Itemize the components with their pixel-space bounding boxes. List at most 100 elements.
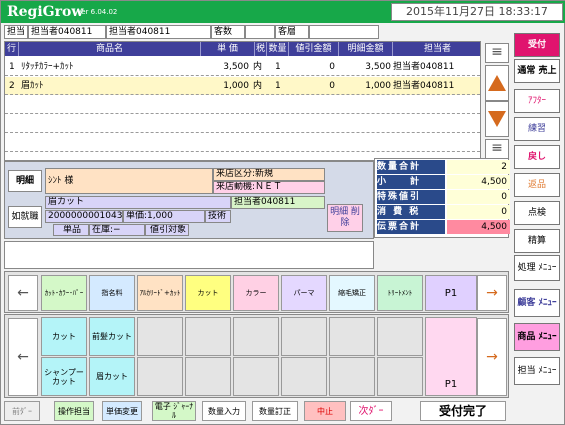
refund-button[interactable]: 返品 bbox=[514, 173, 560, 197]
summary-label: 消 費 税 bbox=[377, 205, 445, 219]
app-logo: RegiGrow bbox=[7, 4, 84, 20]
item-empty[interactable] bbox=[281, 357, 327, 396]
summary-tax: 消 費 税0 bbox=[375, 205, 510, 219]
row-no: 2 bbox=[9, 81, 15, 91]
tab-alkaline-cut[interactable]: ｱﾙｶﾘｰﾄﾞ+ｶｯﾄ bbox=[137, 275, 183, 311]
e-journal-button[interactable]: 電子 ｼﾞｬｰﾅﾙ bbox=[152, 401, 196, 421]
after-button[interactable]: ｱﾌﾀｰ bbox=[514, 89, 560, 113]
item-empty[interactable] bbox=[233, 317, 279, 356]
staff2-value[interactable]: 担当者040811 bbox=[106, 25, 211, 39]
normal-sale-button[interactable]: 通常 売上 bbox=[514, 59, 560, 83]
return-button[interactable]: 戻し bbox=[514, 145, 560, 169]
item-shampoo-cut[interactable]: シャンプーカット bbox=[41, 357, 87, 396]
menu-lines-icon[interactable]: ≡ bbox=[485, 43, 509, 63]
tab-straightening[interactable]: 縮毛矯正 bbox=[329, 275, 375, 311]
complete-reception-button[interactable]: 受付完了 bbox=[420, 401, 506, 421]
row-staff: 担当者040811 bbox=[393, 81, 455, 91]
inspect-button[interactable]: 点検 bbox=[514, 201, 560, 225]
item-empty[interactable] bbox=[377, 357, 423, 396]
app-version: Ver 6.04.02 bbox=[77, 8, 118, 16]
sales-grid: 行 商品名 単 価 税 数量 値引金額 明細金額 担当者 1 ﾘﾀｯﾁｶﾗｰ+ｶ… bbox=[4, 41, 481, 161]
arrow-up-icon bbox=[488, 75, 506, 91]
item-name[interactable]: 眉カット bbox=[45, 196, 231, 209]
staff-menu-button[interactable]: 担当 ﾒﾆｭｰ bbox=[514, 357, 560, 385]
tab-perm[interactable]: パーマ bbox=[281, 275, 327, 311]
item-empty[interactable] bbox=[329, 317, 375, 356]
process-menu-button[interactable]: 処理 ﾒﾆｭｰ bbox=[514, 255, 560, 281]
item-empty[interactable] bbox=[377, 317, 423, 356]
table-row[interactable] bbox=[5, 96, 480, 114]
practice-button[interactable]: 練習 bbox=[514, 117, 560, 141]
item-staff[interactable]: 担当者040811 bbox=[231, 196, 325, 209]
price-change-button[interactable]: 単価変更 bbox=[102, 401, 142, 421]
table-row[interactable]: 1 ﾘﾀｯﾁｶﾗｰ+ｶｯﾄ 3,500 内 1 0 3,500 担当者04081… bbox=[5, 58, 480, 76]
tab-designation-fee[interactable]: 指名料 bbox=[89, 275, 135, 311]
customer-count-label: 客数 bbox=[211, 25, 245, 39]
customer-menu-button[interactable]: 顧客 ﾒﾆｭｰ bbox=[514, 289, 560, 317]
row-staff: 担当者040811 bbox=[393, 62, 455, 72]
item-empty[interactable] bbox=[137, 357, 183, 396]
item-buttons: ← カット 前髪カット シャンプーカット 眉カット P1 → bbox=[4, 314, 509, 398]
col-price: 単 価 bbox=[201, 42, 255, 56]
summary-value: 0 bbox=[447, 190, 510, 204]
row-tax: 内 bbox=[253, 62, 263, 72]
item-page-indicator: P1 bbox=[425, 317, 477, 396]
bottom-toolbar: 前ﾀﾞｰ 操作担当 単価変更 電子 ｼﾞｬｰﾅﾙ 数量入力 数量訂正 中止 次ﾀ… bbox=[4, 399, 509, 423]
customer-count-value[interactable] bbox=[245, 25, 275, 39]
row-discount: 0 bbox=[329, 81, 335, 91]
staff-value[interactable]: 担当者040811 bbox=[28, 25, 106, 39]
product-menu-button[interactable]: 商品 ﾒﾆｭｰ bbox=[514, 323, 560, 351]
item-bangs-cut[interactable]: 前髪カット bbox=[89, 317, 135, 356]
tab-color[interactable]: カラー bbox=[233, 275, 279, 311]
item-prev-button[interactable]: ← bbox=[8, 318, 38, 396]
tab-cut-color-perm[interactable]: ｶｯﾄ･ｶﾗｰ･ﾊﾟｰ bbox=[41, 275, 87, 311]
item-empty[interactable] bbox=[281, 317, 327, 356]
summary-label: 伝票合計 bbox=[377, 220, 445, 234]
customer-name[interactable]: ｼﾝﾄ 様 bbox=[45, 168, 213, 194]
message-area bbox=[4, 241, 374, 269]
grid-header: 行 商品名 単 価 税 数量 値引金額 明細金額 担当者 bbox=[5, 42, 480, 56]
qty-input-button[interactable]: 数量入力 bbox=[202, 401, 246, 421]
summary-label: 小 計 bbox=[377, 175, 445, 189]
tab-treatment[interactable]: ﾄﾘｰﾄﾒﾝﾄ bbox=[377, 275, 423, 311]
summary-special-discount: 特殊値引 0 bbox=[375, 190, 510, 204]
prev-customer-button[interactable]: 前ﾀﾞｰ bbox=[4, 401, 40, 421]
item-next-button[interactable]: → bbox=[477, 318, 507, 396]
arrow-down-icon bbox=[488, 111, 506, 127]
table-row[interactable] bbox=[5, 115, 480, 133]
table-row[interactable]: 2 眉ｶｯﾄ 1,000 内 1 0 1,000 担当者040811 bbox=[5, 77, 480, 95]
item-empty[interactable] bbox=[137, 317, 183, 356]
customer-type-value[interactable] bbox=[309, 25, 379, 39]
next-customer-button[interactable]: 次ﾀﾞｰ bbox=[350, 401, 392, 421]
visit-motive: 来店動機:ＮＥＴ bbox=[213, 181, 325, 194]
settle-button[interactable]: 精算 bbox=[514, 229, 560, 253]
item-eyebrow-cut[interactable]: 眉カット bbox=[89, 357, 135, 396]
table-row[interactable] bbox=[5, 134, 480, 152]
scroll-up-button[interactable] bbox=[485, 65, 509, 101]
tab-next-button[interactable]: → bbox=[477, 275, 507, 311]
item-empty[interactable] bbox=[185, 357, 231, 396]
menu-lines-icon[interactable]: ≡ bbox=[485, 139, 509, 159]
summary-panel: 数量合計 2 小 計 4,500 特殊値引 0 消 費 税0 伝票合計 4,500 bbox=[374, 158, 510, 238]
item-empty[interactable] bbox=[185, 317, 231, 356]
tab-prev-button[interactable]: ← bbox=[8, 275, 38, 311]
summary-subtotal: 小 計 4,500 bbox=[375, 175, 510, 189]
qty-correct-button[interactable]: 数量訂正 bbox=[252, 401, 298, 421]
item-cut[interactable]: カット bbox=[41, 317, 87, 356]
title-bar: RegiGrow Ver 6.04.02 2015年11月27日 18:33:1… bbox=[1, 1, 565, 23]
cancel-button[interactable]: 中止 bbox=[304, 401, 346, 421]
row-no: 1 bbox=[9, 62, 15, 72]
row-name: 眉ｶｯﾄ bbox=[21, 81, 44, 91]
col-tax: 税 bbox=[255, 42, 267, 56]
operator-staff-button[interactable]: 操作担当 bbox=[54, 401, 94, 421]
delete-detail-button[interactable]: 明細 削除 bbox=[327, 204, 363, 232]
tab-cut[interactable]: カット bbox=[185, 275, 231, 311]
col-staff: 担当者 bbox=[423, 44, 451, 54]
item-empty[interactable] bbox=[233, 357, 279, 396]
row-name: ﾘﾀｯﾁｶﾗｰ+ｶｯﾄ bbox=[21, 62, 74, 72]
barcode-field[interactable]: 2000000001043 bbox=[45, 210, 123, 223]
item-empty[interactable] bbox=[329, 357, 375, 396]
summary-value: 4,500 bbox=[447, 175, 510, 189]
scroll-down-button[interactable] bbox=[485, 101, 509, 137]
reception-button[interactable]: 受付 bbox=[514, 33, 560, 57]
